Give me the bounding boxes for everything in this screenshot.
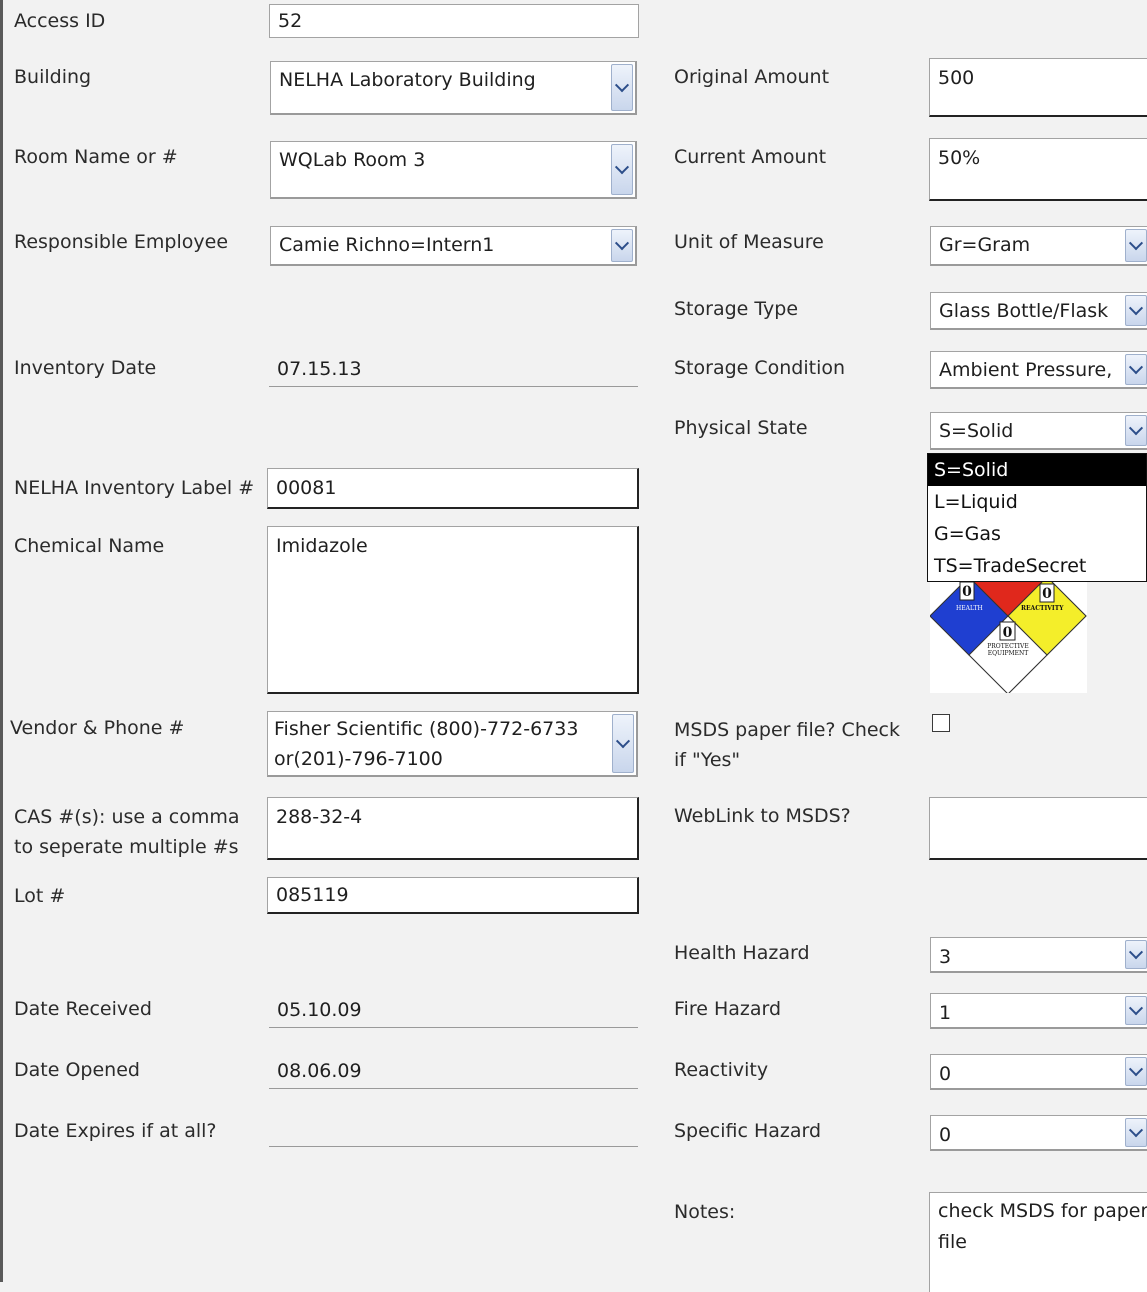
- date-expires-value: [269, 1117, 638, 1147]
- nfpa-protective-text-2: EQUIPMENT: [988, 650, 1029, 657]
- access-id-field[interactable]: 52: [269, 4, 639, 38]
- chevron-down-icon[interactable]: [1125, 229, 1147, 262]
- date-received-value: 05.10.09: [269, 995, 638, 1028]
- health-hazard-select[interactable]: 3: [930, 937, 1147, 973]
- nfpa-reactivity-number: 0: [1042, 586, 1052, 602]
- physical-state-select[interactable]: S=Solid: [930, 412, 1147, 450]
- option-solid[interactable]: S=Solid: [928, 454, 1146, 486]
- current-amount-label: Current Amount: [674, 146, 827, 168]
- fire-hazard-label: Fire Hazard: [674, 998, 782, 1020]
- label-num-label: NELHA Inventory Label #: [14, 477, 255, 499]
- physical-state-dropdown-list: S=Solid L=Liquid G=Gas TS=TradeSecret: [927, 453, 1147, 582]
- physical-state-value: S=Solid: [939, 420, 1014, 442]
- storage-condition-select[interactable]: Ambient Pressure,: [930, 351, 1147, 389]
- nfpa-reactivity-text: REACTIVITY: [1021, 605, 1064, 612]
- storage-type-value: Glass Bottle/Flask: [939, 300, 1109, 322]
- inventory-date-label: Inventory Date: [14, 357, 157, 379]
- chevron-down-icon[interactable]: [611, 229, 633, 262]
- weblink-field[interactable]: [929, 797, 1147, 860]
- reactivity-label: Reactivity: [674, 1059, 769, 1081]
- chemical-name-field[interactable]: Imidazole: [267, 526, 639, 694]
- specific-hazard-select[interactable]: 0: [930, 1115, 1147, 1151]
- date-received-label: Date Received: [14, 998, 152, 1020]
- storage-type-label: Storage Type: [674, 298, 799, 320]
- unit-value: Gr=Gram: [939, 234, 1031, 256]
- unit-select[interactable]: Gr=Gram: [930, 226, 1147, 266]
- fire-hazard-value: 1: [939, 1002, 952, 1024]
- chemical-name-label: Chemical Name: [14, 535, 165, 557]
- reactivity-value: 0: [939, 1063, 952, 1085]
- unit-label: Unit of Measure: [674, 231, 824, 253]
- window-left-border: [0, 0, 3, 1282]
- physical-state-label: Physical State: [674, 417, 808, 439]
- storage-condition-value: Ambient Pressure,: [939, 359, 1113, 381]
- chevron-down-icon[interactable]: [1125, 996, 1147, 1025]
- chevron-down-icon[interactable]: [1125, 1118, 1147, 1147]
- msds-paper-label: MSDS paper file? Check if "Yes": [674, 719, 900, 771]
- weblink-label: WebLink to MSDS?: [674, 805, 851, 827]
- original-amount-label: Original Amount: [674, 66, 830, 88]
- room-label: Room Name or #: [14, 146, 178, 168]
- storage-condition-label: Storage Condition: [674, 357, 846, 379]
- reactivity-select[interactable]: 0: [930, 1054, 1147, 1090]
- chevron-down-icon[interactable]: [612, 714, 634, 773]
- current-amount-field[interactable]: 50%: [929, 138, 1147, 201]
- access-id-label: Access ID: [14, 10, 106, 32]
- chevron-down-icon[interactable]: [611, 144, 633, 195]
- date-opened-label: Date Opened: [14, 1059, 140, 1081]
- label-num-field[interactable]: 00081: [267, 468, 639, 509]
- cas-field[interactable]: 288-32-4: [267, 797, 639, 860]
- chevron-down-icon[interactable]: [1125, 354, 1147, 385]
- chevron-down-icon[interactable]: [1125, 295, 1147, 326]
- fire-hazard-select[interactable]: 1: [930, 993, 1147, 1029]
- nfpa-protective-number: 0: [1003, 625, 1013, 641]
- option-gas[interactable]: G=Gas: [928, 518, 1146, 550]
- storage-type-select[interactable]: Glass Bottle/Flask: [930, 292, 1147, 330]
- chevron-down-icon[interactable]: [611, 64, 633, 111]
- chevron-down-icon[interactable]: [1125, 415, 1147, 446]
- nfpa-protective-text-1: PROTECTIVE: [987, 643, 1029, 650]
- lot-label: Lot #: [14, 885, 66, 907]
- health-hazard-label: Health Hazard: [674, 942, 810, 964]
- employee-label: Responsible Employee: [14, 231, 229, 253]
- specific-hazard-label: Specific Hazard: [674, 1120, 822, 1142]
- specific-hazard-value: 0: [939, 1124, 952, 1146]
- cas-label: CAS #(s): use a comma to seperate multip…: [14, 806, 240, 858]
- building-value: NELHA Laboratory Building: [279, 69, 536, 91]
- notes-label: Notes:: [674, 1201, 736, 1223]
- nfpa-health-text: HEALTH: [956, 605, 983, 612]
- building-select[interactable]: NELHA Laboratory Building: [270, 61, 637, 115]
- original-amount-field[interactable]: 500: [929, 58, 1147, 117]
- notes-field[interactable]: check MSDS for paper file: [929, 1192, 1147, 1292]
- vendor-label: Vendor & Phone #: [10, 717, 185, 739]
- room-select[interactable]: WQLab Room 3: [270, 141, 637, 199]
- employee-value: Camie Richno=Intern1: [279, 234, 495, 256]
- room-value: WQLab Room 3: [279, 149, 426, 171]
- vendor-select[interactable]: Fisher Scientific (800)-772-6733 or(201)…: [267, 711, 638, 777]
- vendor-value: Fisher Scientific (800)-772-6733 or(201)…: [274, 718, 579, 770]
- option-liquid[interactable]: L=Liquid: [928, 486, 1146, 518]
- nfpa-diamond-svg: 0 HEALTH 0 REACTIVITY 0 PROTECTIVE EQUIP…: [930, 582, 1087, 693]
- date-expires-label: Date Expires if at all?: [14, 1120, 217, 1142]
- nfpa-diamond-image: 0 HEALTH 0 REACTIVITY 0 PROTECTIVE EQUIP…: [930, 582, 1087, 693]
- nfpa-health-number: 0: [962, 584, 972, 600]
- date-opened-value: 08.06.09: [269, 1056, 638, 1089]
- msds-paper-checkbox[interactable]: [932, 714, 950, 732]
- health-hazard-value: 3: [939, 946, 952, 968]
- building-label: Building: [14, 66, 92, 88]
- chevron-down-icon[interactable]: [1125, 940, 1147, 969]
- employee-select[interactable]: Camie Richno=Intern1: [270, 226, 637, 266]
- option-trade-secret[interactable]: TS=TradeSecret: [928, 550, 1146, 582]
- inventory-date-value: 07.15.13: [269, 354, 638, 387]
- lot-field[interactable]: 085119: [267, 877, 639, 914]
- chevron-down-icon[interactable]: [1125, 1057, 1147, 1086]
